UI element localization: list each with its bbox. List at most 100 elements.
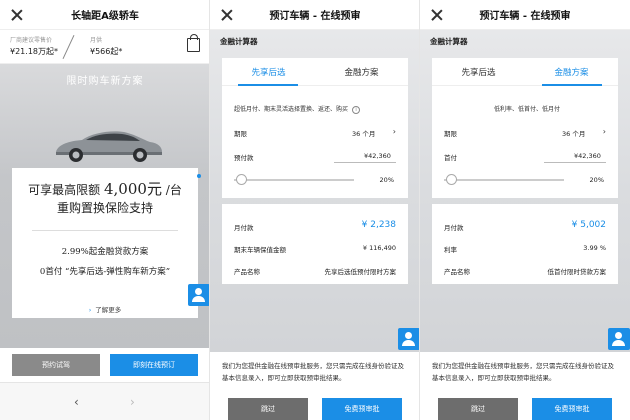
person-icon	[615, 332, 622, 339]
result-card: 月付款 ¥ 5,002 利率 3.99 % 产品名称 低首付限时贷款方案	[432, 204, 618, 284]
down-payment-slider[interactable]	[444, 179, 564, 181]
promo-line1-suffix: /台	[165, 183, 182, 197]
down-payment-label: 首付	[444, 154, 457, 162]
car-detail-screen: 长轴距A级轿车 厂商建议零售价 ¥21.18万起* 月供 ¥566起* 限时购车…	[0, 0, 210, 420]
top-bar: 预订车辆 - 在线预审	[210, 0, 419, 30]
slider-percent: 20%	[589, 176, 604, 184]
tab-lease[interactable]: 先享后选	[432, 66, 525, 78]
tab-underline	[542, 84, 602, 86]
tab-underline	[238, 84, 298, 86]
order-online-button[interactable]: 即刻在线预订	[110, 354, 198, 376]
calculator-screen-lease: 预订车辆 - 在线预审 金融计算器 先享后选 金融方案 超低月付、期末灵活选择置…	[210, 0, 420, 420]
term-value[interactable]: 36 个月	[352, 128, 375, 138]
person-icon-body	[402, 340, 415, 346]
chevron-right-icon: ›	[88, 306, 92, 314]
slider-knob[interactable]	[446, 174, 457, 185]
term-label: 期限	[234, 130, 247, 138]
close-icon[interactable]	[10, 8, 24, 22]
monthly-value: ¥566起*	[90, 47, 123, 56]
divider-slash	[62, 35, 75, 59]
residual-label: 期末车辆保值金额	[234, 246, 286, 254]
calculator-title: 金融计算器	[220, 37, 258, 46]
plan-description: 超低月付、期末灵活选择置换、返还、购买 i	[234, 104, 361, 114]
result-card: 月付款 ¥ 2,238 期末车辆保值金额 ¥ 116,490 产品名称 先享后选…	[222, 204, 408, 284]
msrp-block: 厂商建议零售价 ¥21.18万起*	[10, 35, 58, 57]
info-icon[interactable]: i	[352, 105, 361, 114]
page-title: 预订车辆 - 在线预审	[269, 11, 361, 22]
top-bar: 预订车辆 - 在线预审	[420, 0, 630, 30]
promo-line1-amount: 4,000元	[104, 180, 162, 198]
promo-line1-prefix: 可享最高限额	[28, 183, 101, 197]
test-drive-button[interactable]: 预约试驾	[12, 354, 100, 376]
monthly-payment-value: ¥ 2,238	[361, 220, 396, 230]
close-icon[interactable]	[220, 8, 234, 22]
browser-nav: ‹ ›	[0, 382, 209, 420]
promo-line2: 重购置换保险支持	[56, 201, 153, 215]
calculator-title: 金融计算器	[430, 37, 468, 46]
person-icon	[195, 288, 202, 295]
monthly-payment-value: ¥ 5,002	[571, 220, 606, 230]
slider-percent: 20%	[379, 176, 394, 184]
promo-heading: 限时购车新方案	[66, 76, 144, 87]
calculator-screen-finance: 预订车辆 - 在线预审 金融计算器 先享后选 金融方案 低利率、低首付、低月付 …	[420, 0, 630, 420]
calculator-card: 先享后选 金融方案 超低月付、期末灵活选择置换、返还、购买 i 期限 36 个月 …	[222, 58, 408, 198]
carousel-dot[interactable]	[197, 174, 201, 178]
tab-finance[interactable]: 金融方案	[525, 66, 618, 78]
down-payment-label: 预付款	[234, 154, 254, 162]
input-underline	[544, 162, 606, 163]
chat-button[interactable]	[188, 284, 209, 306]
person-icon-body	[192, 296, 205, 302]
residual-value: ¥ 116,490	[362, 244, 396, 252]
down-payment-input[interactable]: ¥42,360	[364, 152, 391, 160]
person-icon	[405, 332, 412, 339]
chat-button[interactable]	[398, 328, 419, 350]
chat-button[interactable]	[608, 328, 630, 350]
promo-main: 可享最高限额 4,000元 /台 重购置换保险支持	[12, 180, 198, 217]
chevron-right-icon[interactable]: ›	[603, 127, 606, 136]
input-underline	[334, 162, 396, 163]
monthly-payment-label: 月付款	[444, 224, 464, 232]
term-label: 期限	[444, 130, 457, 138]
plan-description-text: 超低月付、期末灵活选择置换、返还、购买	[234, 106, 349, 113]
page-title: 长轴距A级轿车	[71, 11, 139, 22]
monthly-label: 月供	[90, 37, 103, 44]
calculator-card: 先享后选 金融方案 低利率、低首付、低月付 期限 36 个月 › 首付 ¥42,…	[432, 58, 618, 198]
back-arrow-icon[interactable]: ‹	[74, 395, 79, 409]
page-title: 预订车辆 - 在线预审	[479, 11, 571, 22]
promo-sub: 2.99%起金融贷款方案 0首付 “先享后选-弹性购车新方案”	[12, 242, 198, 282]
learn-more-link[interactable]: › 了解更多	[12, 304, 198, 314]
screens: 长轴距A级轿车 厂商建议零售价 ¥21.18万起* 月供 ¥566起* 限时购车…	[0, 0, 630, 420]
carousel-dots	[197, 174, 201, 183]
slider-knob[interactable]	[236, 174, 247, 185]
price-row: 厂商建议零售价 ¥21.18万起* 月供 ¥566起*	[0, 30, 209, 64]
bottom-actions: 预约试驾 即刻在线预订	[0, 348, 209, 382]
chevron-right-icon[interactable]: ›	[393, 127, 396, 136]
down-payment-input[interactable]: ¥42,360	[574, 152, 601, 160]
product-label: 产品名称	[444, 268, 470, 276]
plan-description: 低利率、低首付、低月付	[494, 106, 561, 113]
close-icon[interactable]	[430, 8, 444, 22]
product-value: 先享后选低预付限时方案	[324, 268, 397, 276]
free-pre-approval-button[interactable]: 免费预审批	[532, 398, 612, 420]
notice-text: 我们为您提供金融在线预审批服务，您只需完成在线身份验证及基本信息录入，即可立即获…	[222, 362, 404, 382]
skip-button[interactable]: 跳过	[228, 398, 308, 420]
monthly-block: 月供 ¥566起*	[90, 35, 122, 57]
free-pre-approval-button[interactable]: 免费预审批	[322, 398, 402, 420]
rate-label: 利率	[444, 246, 457, 254]
top-bar: 长轴距A级轿车	[0, 0, 209, 30]
pre-approval-notice: 我们为您提供金融在线预审批服务，您只需完成在线身份验证及基本信息录入，即可立即获…	[420, 352, 630, 420]
skip-button[interactable]: 跳过	[438, 398, 518, 420]
forward-arrow-icon[interactable]: ›	[130, 395, 135, 409]
msrp-value: ¥21.18万起*	[10, 47, 58, 56]
product-label: 产品名称	[234, 268, 260, 276]
car-image	[56, 131, 162, 162]
shopping-bag-icon[interactable]	[187, 34, 200, 52]
term-value[interactable]: 36 个月	[562, 128, 585, 138]
tab-lease[interactable]: 先享后选	[222, 66, 315, 78]
tab-finance[interactable]: 金融方案	[315, 66, 408, 78]
promo-card: 可享最高限额 4,000元 /台 重购置换保险支持 2.99%起金融贷款方案 0…	[12, 168, 198, 318]
tabs: 先享后选 金融方案	[222, 58, 408, 86]
rate-value: 3.99 %	[583, 244, 606, 252]
down-payment-slider[interactable]	[234, 179, 354, 181]
person-icon-body	[612, 340, 625, 346]
